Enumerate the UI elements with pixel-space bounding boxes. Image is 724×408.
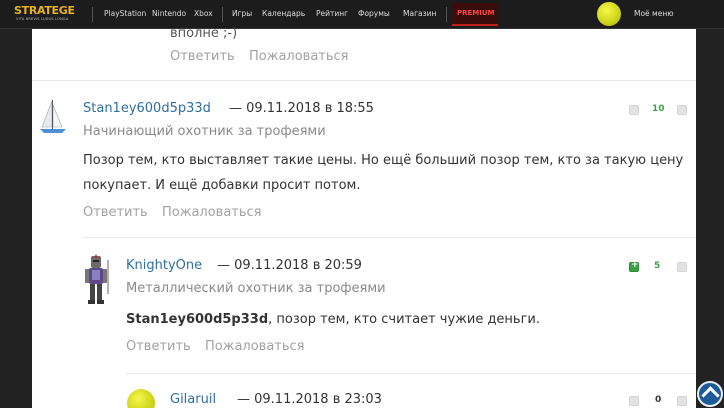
comment-text: Позор тем, кто выставляет такие цены. Но…: [83, 153, 684, 168]
vote-up-button[interactable]: [629, 260, 639, 272]
comment-divider: [32, 80, 696, 81]
nav-item-shop[interactable]: Магазин: [403, 9, 436, 18]
tennis-ball-icon: [127, 389, 155, 408]
comment-date: — 09.11.2018 в 18:55: [229, 101, 374, 116]
reply-button[interactable]: Ответить: [83, 205, 148, 220]
user-avatar[interactable]: [597, 2, 621, 26]
report-button[interactable]: Пожаловаться: [249, 49, 349, 64]
report-button[interactable]: Пожаловаться: [162, 205, 262, 220]
comment-date: — 09.11.2018 в 20:59: [217, 258, 362, 273]
nav-divider: [446, 7, 447, 22]
sailboat-icon: [40, 100, 66, 133]
comment-author-rank: Металлический охотник за трофеями: [126, 281, 386, 296]
nav-item-playstation[interactable]: PlayStation: [104, 9, 146, 18]
nav-item-nintendo[interactable]: Nintendo: [152, 9, 186, 18]
reply-button[interactable]: Ответить: [126, 339, 191, 354]
nav-item-forums[interactable]: Форумы: [358, 9, 390, 18]
comment-author[interactable]: Stan1ey600d5p33d: [83, 101, 211, 116]
comment-divider: [83, 237, 696, 238]
mention-link[interactable]: Stan1ey600d5p33d: [126, 312, 268, 327]
comments-panel: вполне ;-) Ответить Пожаловаться Stan1ey…: [32, 26, 696, 408]
vote-up-button[interactable]: [629, 105, 639, 115]
premium-button[interactable]: PREMIUM: [452, 3, 498, 26]
comment-text-tail: вполне ;-): [170, 26, 238, 41]
logo-tagline: VITA BREVIS LUDUS LONGA: [16, 17, 69, 21]
comment-divider: [126, 373, 696, 374]
reply-button[interactable]: Ответить: [170, 49, 235, 64]
vote-down-button[interactable]: [677, 396, 687, 406]
top-navbar: STRATEGE VITA BREVIS LUDUS LONGA PlaySta…: [0, 0, 724, 29]
vote-up-button[interactable]: [629, 396, 639, 406]
logo-text: STRATEGE: [14, 4, 75, 17]
nav-divider: [222, 7, 223, 22]
nav-item-rating[interactable]: Рейтинг: [316, 9, 348, 18]
comment-score: 10: [652, 104, 665, 114]
comment-author[interactable]: Gilaruil: [170, 392, 216, 407]
comment-text: Stan1ey600d5p33d, позор тем, кто считает…: [126, 309, 540, 331]
comment-author[interactable]: KnightyOne: [126, 258, 202, 273]
comment-score: 5: [654, 261, 661, 271]
comment-score: 0: [655, 395, 662, 405]
stratege-logo[interactable]: STRATEGE VITA BREVIS LUDUS LONGA: [14, 4, 80, 25]
nav-item-calendar[interactable]: Календарь: [262, 9, 305, 18]
knight-icon: [85, 254, 109, 304]
vote-down-button[interactable]: [677, 105, 687, 115]
nav-divider: [92, 7, 93, 22]
comment-text: покупает. И ещё добавки просит потом.: [83, 178, 361, 193]
nav-item-xbox[interactable]: Xbox: [194, 9, 213, 18]
vote-down-button[interactable]: [677, 262, 687, 272]
comment-author-rank: Начинающий охотник за трофеями: [83, 124, 326, 139]
comment-date: — 09.11.2018 в 23:03: [237, 392, 382, 407]
my-menu-link[interactable]: Моё меню: [634, 9, 674, 18]
scroll-to-top-button[interactable]: [697, 381, 723, 407]
report-button[interactable]: Пожаловаться: [205, 339, 305, 354]
nav-item-games[interactable]: Игры: [232, 9, 252, 18]
comment-text-rest: , позор тем, кто считает чужие деньги.: [268, 312, 541, 327]
premium-label: PREMIUM: [457, 9, 495, 17]
